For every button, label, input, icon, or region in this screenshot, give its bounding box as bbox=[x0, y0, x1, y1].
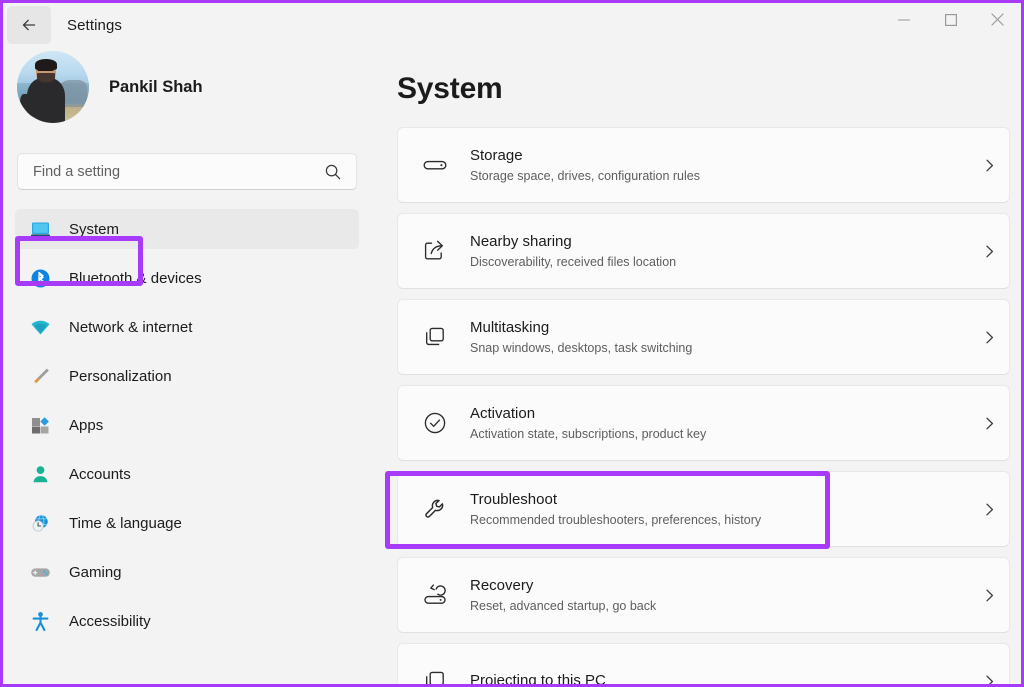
sidebar-item-label: Gaming bbox=[69, 564, 122, 581]
page-title: System bbox=[397, 72, 1021, 106]
card-text: Recovery Reset, advanced startup, go bac… bbox=[470, 576, 969, 615]
sidebar-item-network-internet[interactable]: Network & internet bbox=[15, 307, 359, 347]
card-title: Recovery bbox=[470, 577, 533, 594]
arrow-left-icon bbox=[19, 15, 39, 35]
sidebar-item-label: System bbox=[69, 221, 119, 238]
projection-icon bbox=[418, 668, 452, 687]
settings-card-nearby-sharing[interactable]: Nearby sharing Discoverability, received… bbox=[397, 213, 1010, 289]
chevron-right-icon[interactable] bbox=[969, 244, 1009, 259]
sidebar-item-label: Time & language bbox=[69, 515, 182, 532]
settings-card-multitasking[interactable]: Multitasking Snap windows, desktops, tas… bbox=[397, 299, 1010, 375]
chevron-right-icon[interactable] bbox=[969, 158, 1009, 173]
account-row[interactable]: Pankil Shah bbox=[3, 47, 385, 127]
avatar bbox=[17, 51, 89, 123]
share-icon bbox=[418, 238, 452, 264]
account-name: Pankil Shah bbox=[109, 78, 203, 97]
sidebar-item-accounts[interactable]: Accounts bbox=[15, 454, 359, 494]
card-subtitle: Recommended troubleshooters, preferences… bbox=[470, 511, 969, 529]
card-title: Projecting to this PC bbox=[470, 672, 606, 687]
window-controls bbox=[880, 3, 1021, 47]
sidebar-item-label: Accessibility bbox=[69, 613, 151, 630]
card-title: Troubleshoot bbox=[470, 491, 557, 508]
maximize-icon bbox=[945, 14, 957, 26]
card-text: Storage Storage space, drives, configura… bbox=[470, 146, 969, 185]
sidebar-item-label: Bluetooth & devices bbox=[69, 270, 202, 287]
sidebar-item-accessibility[interactable]: Accessibility bbox=[15, 601, 359, 641]
close-icon bbox=[991, 13, 1004, 26]
minimize-button[interactable] bbox=[880, 3, 927, 36]
check-circle-icon bbox=[418, 410, 452, 436]
card-text: Multitasking Snap windows, desktops, tas… bbox=[470, 318, 969, 357]
sidebar-nav: System Bluetooth & devices bbox=[3, 209, 385, 641]
back-button[interactable] bbox=[7, 6, 51, 44]
sidebar-item-bluetooth-devices[interactable]: Bluetooth & devices bbox=[15, 258, 359, 298]
sidebar-item-label: Apps bbox=[69, 417, 103, 434]
sidebar-item-apps[interactable]: Apps bbox=[15, 405, 359, 445]
settings-card-troubleshoot[interactable]: Troubleshoot Recommended troubleshooters… bbox=[397, 471, 1010, 547]
card-subtitle: Storage space, drives, configuration rul… bbox=[470, 167, 969, 185]
card-text: Activation Activation state, subscriptio… bbox=[470, 404, 969, 443]
chevron-right-icon[interactable] bbox=[969, 674, 1009, 687]
card-text: Projecting to this PC bbox=[470, 671, 969, 687]
main-content: System Storage Storage space, drives, co… bbox=[385, 47, 1021, 687]
settings-card-activation[interactable]: Activation Activation state, subscriptio… bbox=[397, 385, 1010, 461]
search-icon bbox=[324, 163, 342, 186]
sidebar: Pankil Shah System bbox=[3, 47, 385, 687]
sidebar-item-gaming[interactable]: Gaming bbox=[15, 552, 359, 592]
card-subtitle: Reset, advanced startup, go back bbox=[470, 597, 969, 615]
sidebar-item-label: Accounts bbox=[69, 466, 131, 483]
maximize-button[interactable] bbox=[927, 3, 974, 36]
settings-card-list: Storage Storage space, drives, configura… bbox=[391, 127, 1021, 687]
monitor-icon bbox=[29, 218, 51, 240]
paintbrush-icon bbox=[29, 365, 51, 387]
minimize-icon bbox=[898, 14, 910, 26]
chevron-right-icon[interactable] bbox=[969, 330, 1009, 345]
person-icon bbox=[29, 463, 51, 485]
app-title: Settings bbox=[67, 17, 122, 34]
search-input[interactable] bbox=[33, 164, 311, 180]
sidebar-item-label: Network & internet bbox=[69, 319, 192, 336]
bluetooth-icon bbox=[29, 267, 51, 289]
search-box[interactable] bbox=[17, 153, 357, 190]
accessibility-icon bbox=[29, 610, 51, 632]
close-button[interactable] bbox=[974, 3, 1021, 36]
title-bar: Settings bbox=[3, 3, 1021, 47]
sidebar-item-label: Personalization bbox=[69, 368, 172, 385]
card-text: Troubleshoot Recommended troubleshooters… bbox=[470, 490, 969, 529]
card-text: Nearby sharing Discoverability, received… bbox=[470, 232, 969, 271]
chevron-right-icon[interactable] bbox=[969, 502, 1009, 517]
clock-globe-icon bbox=[29, 512, 51, 534]
settings-card-storage[interactable]: Storage Storage space, drives, configura… bbox=[397, 127, 1010, 203]
card-title: Activation bbox=[470, 405, 535, 422]
card-subtitle: Snap windows, desktops, task switching bbox=[470, 339, 969, 357]
sidebar-item-time-language[interactable]: Time & language bbox=[15, 503, 359, 543]
apps-icon bbox=[29, 414, 51, 436]
recovery-icon bbox=[418, 582, 452, 608]
wrench-icon bbox=[418, 496, 452, 522]
sidebar-item-system[interactable]: System bbox=[15, 209, 359, 249]
chevron-right-icon[interactable] bbox=[969, 416, 1009, 431]
drive-icon bbox=[418, 152, 452, 178]
card-title: Nearby sharing bbox=[470, 233, 572, 250]
card-title: Multitasking bbox=[470, 319, 549, 336]
sidebar-item-personalization[interactable]: Personalization bbox=[15, 356, 359, 396]
card-subtitle: Discoverability, received files location bbox=[470, 253, 969, 271]
settings-card-recovery[interactable]: Recovery Reset, advanced startup, go bac… bbox=[397, 557, 1010, 633]
card-subtitle: Activation state, subscriptions, product… bbox=[470, 425, 969, 443]
settings-card-projecting-to-this-pc[interactable]: Projecting to this PC bbox=[397, 643, 1010, 687]
chevron-right-icon[interactable] bbox=[969, 588, 1009, 603]
windows-stack-icon bbox=[418, 324, 452, 350]
settings-window: Settings bbox=[0, 0, 1024, 687]
card-title: Storage bbox=[470, 147, 523, 164]
wifi-icon bbox=[29, 316, 51, 338]
gamepad-icon bbox=[29, 561, 51, 583]
